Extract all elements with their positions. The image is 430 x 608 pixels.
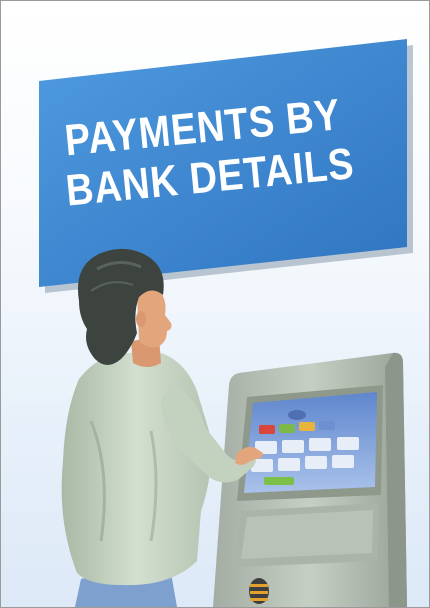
screen-button-green [279,424,295,433]
poster-illustration [39,39,413,607]
kiosk-camera [288,410,306,420]
screen-button-red [259,425,275,434]
screen-button-yellow [299,422,315,431]
person-shirt [61,352,211,586]
payment-kiosk [213,352,407,607]
screen-confirm-button [264,477,294,485]
screen-button-blue [319,421,335,430]
poster-frame: PAYMENTS BY BANK DETAILS [0,0,430,608]
